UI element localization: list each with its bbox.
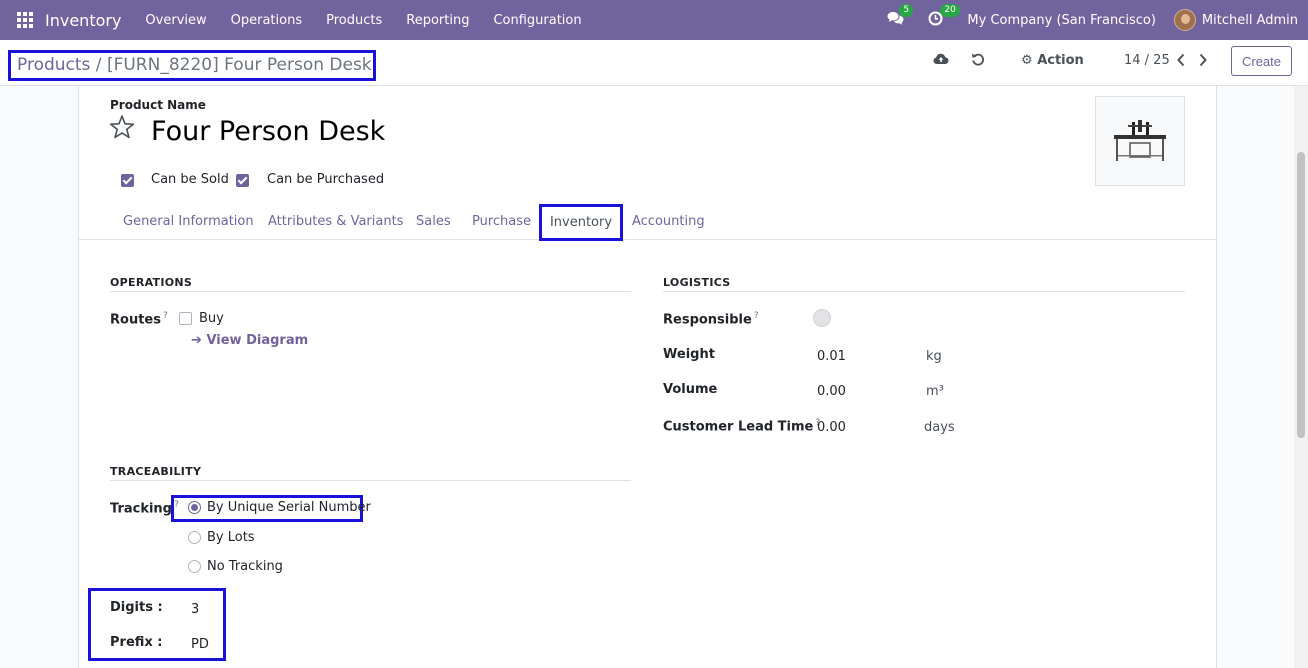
menu-configuration[interactable]: Configuration [493,13,581,28]
user-menu[interactable]: Mitchell Admin [1202,13,1298,28]
control-panel: Products / [FURN_8220] Four Person Desk … [0,40,1308,86]
view-diagram-link[interactable]: ➔ View Diagram [191,333,308,348]
company-switcher[interactable]: My Company (San Francisco) [967,13,1155,28]
save-cloud-button[interactable] [933,52,949,70]
product-name-label: Product Name [110,98,206,112]
tab-inventory[interactable]: Inventory [539,204,623,241]
prefix-label: Prefix : [110,635,163,650]
weight-unit: kg [926,349,942,364]
customer-lead-time-field[interactable]: 0.00 [817,420,846,435]
menu-products[interactable]: Products [326,13,382,28]
can-be-sold-label: Can be Sold [151,172,229,187]
tracking-serial-label[interactable]: By Unique Serial Number [207,500,371,515]
menu-operations[interactable]: Operations [231,13,302,28]
breadcrumb: Products / [FURN_8220] Four Person Desk [8,50,376,81]
tab-inventory-label: Inventory [549,215,613,230]
tracking-none-radio[interactable] [188,560,201,573]
menu-reporting[interactable]: Reporting [406,13,469,28]
user-avatar[interactable] [1173,9,1196,31]
route-buy-label: Buy [199,311,224,326]
weight-label: Weight [663,347,715,362]
product-name-field[interactable]: Four Person Desk [151,116,385,147]
responsible-field[interactable] [813,309,831,327]
tabs-divider [79,239,1216,240]
messages-button[interactable]: 5 [887,3,914,30]
arrow-right-icon: ➔ [191,333,202,348]
tracking-label: Tracking? [110,500,179,517]
tracking-lots-radio[interactable] [188,531,201,544]
tracking-serial-radio[interactable] [188,501,201,514]
tab-accounting[interactable]: Accounting [632,214,705,229]
gear-icon: ⚙ [1021,53,1033,68]
cloud-upload-icon [933,53,949,64]
chevron-right-icon [1199,53,1207,67]
volume-label: Volume [663,382,718,397]
breadcrumb-products[interactable]: Products [17,55,90,75]
activities-badge: 20 [940,3,960,17]
digits-field[interactable]: 3 [191,602,199,617]
top-navbar: Inventory Overview Operations Products R… [0,0,1308,40]
responsible-help-icon[interactable]: ? [754,311,759,321]
discard-button[interactable] [971,52,985,70]
can-be-sold-checkbox[interactable] [121,174,134,187]
tracking-lots-label[interactable]: By Lots [207,530,255,545]
volume-unit: m³ [926,384,944,399]
breadcrumb-separator: / [90,55,107,75]
tracking-none-label[interactable]: No Tracking [207,559,283,574]
messages-badge: 5 [899,3,914,17]
pager-value[interactable]: 14 / 25 [1124,53,1170,68]
app-title[interactable]: Inventory [45,11,121,30]
tab-sales[interactable]: Sales [416,214,451,229]
form-sheet: Product Name Four Person Desk Can be Sol… [78,86,1217,668]
responsible-label: Responsible? [663,311,759,328]
customer-lead-time-label: Customer Lead Time? [663,418,821,435]
undo-icon [972,53,984,66]
desk-image [1114,120,1166,161]
scrollbar-thumb[interactable] [1297,152,1305,438]
page-scrollbar[interactable] [1294,86,1308,668]
operations-section-title: OPERATIONS [110,276,193,289]
tab-attributes-variants[interactable]: Attributes & Variants [268,214,403,229]
breadcrumb-current: [FURN_8220] Four Person Desk [106,55,372,75]
weight-field[interactable]: 0.01 [817,349,846,364]
action-menu-button[interactable]: ⚙ Action [1021,53,1084,68]
route-buy-checkbox[interactable] [179,312,192,325]
activities-button[interactable]: 20 [928,3,960,30]
logistics-divider [663,291,1185,292]
create-button[interactable]: Create [1231,46,1292,76]
can-be-purchased-checkbox[interactable] [236,174,249,187]
tab-general-information[interactable]: General Information [123,214,254,229]
chevron-left-icon [1177,53,1185,67]
routes-label: Routes? [110,311,168,328]
can-be-purchased-label: Can be Purchased [267,172,385,187]
operations-divider [110,291,631,292]
favorite-star-icon[interactable] [109,114,135,140]
prefix-field[interactable]: PD [191,637,209,652]
logistics-section-title: LOGISTICS [663,276,731,289]
pager-previous-button[interactable] [1176,53,1186,71]
menu-overview[interactable]: Overview [145,13,206,28]
digits-label: Digits : [110,600,163,615]
action-label: Action [1037,53,1084,68]
customer-lead-time-unit: days [924,420,955,435]
apps-menu-icon[interactable] [17,12,33,28]
tab-purchase[interactable]: Purchase [472,214,531,229]
product-image[interactable] [1095,96,1185,186]
volume-field[interactable]: 0.00 [817,384,846,399]
routes-help-icon[interactable]: ? [163,311,168,321]
traceability-section-title: TRACEABILITY [110,465,202,478]
traceability-divider [110,480,631,481]
pager-next-button[interactable] [1198,53,1208,71]
